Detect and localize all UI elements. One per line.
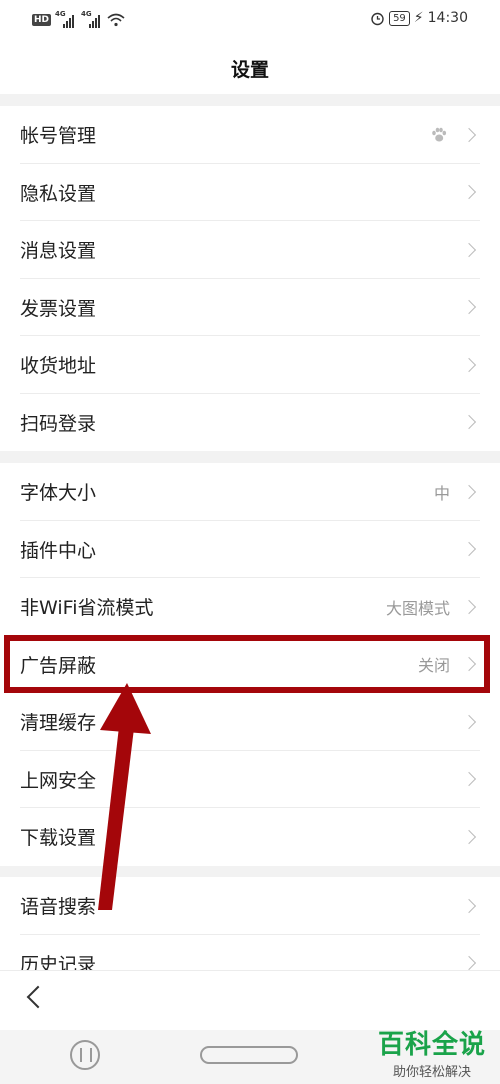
- settings-item-scan-login[interactable]: 扫码登录: [0, 394, 500, 452]
- hd-icon: HD: [32, 14, 52, 26]
- chevron-right-icon: [461, 357, 477, 372]
- clock: 14:30: [427, 10, 468, 26]
- page-title: 设置: [230, 58, 269, 81]
- page-header: 设置: [0, 42, 500, 94]
- item-value: 中: [433, 483, 450, 503]
- chevron-right-icon: [461, 714, 477, 729]
- item-value: 大图模式: [385, 598, 450, 618]
- chevron-right-icon: [461, 772, 477, 787]
- chevron-right-icon: [461, 829, 477, 844]
- item-label: 发票设置: [20, 297, 97, 320]
- item-label: 消息设置: [20, 240, 97, 263]
- settings-item-font-size[interactable]: 字体大小 中: [0, 463, 500, 521]
- settings-item-invoice[interactable]: 发票设置: [0, 279, 500, 336]
- chevron-right-icon: [461, 898, 477, 913]
- charging-icon: ⚡: [413, 10, 424, 26]
- settings-item-clear-cache[interactable]: 清理缓存: [0, 693, 500, 751]
- settings-item-messages[interactable]: 消息设置: [0, 221, 500, 279]
- item-label: 帐号管理: [20, 125, 97, 148]
- settings-group-account: 帐号管理 隐私设置 消息设置 发票设置 收货地址 扫码登录: [0, 106, 500, 451]
- signal-icon: 4G: [81, 10, 103, 28]
- settings-item-download[interactable]: 下载设置: [0, 808, 500, 866]
- bottom-toolbar: [0, 970, 500, 1031]
- chevron-right-icon: [461, 956, 477, 971]
- status-right: 59 ⚡ 14:30: [370, 10, 468, 26]
- chevron-right-icon: [461, 185, 477, 200]
- annotation-highlight-box: [4, 635, 490, 693]
- section-gap: [0, 451, 500, 463]
- section-gap: [0, 94, 500, 106]
- item-label: 清理缓存: [20, 712, 97, 735]
- item-label: 上网安全: [20, 769, 97, 792]
- watermark-title: 百科全说: [377, 1030, 486, 1060]
- status-left: HD 4G 4G: [32, 10, 125, 28]
- settings-item-web-security[interactable]: 上网安全: [0, 751, 500, 808]
- battery-indicator: 59: [389, 10, 410, 26]
- settings-item-plugins[interactable]: 插件中心: [0, 521, 500, 578]
- wifi-icon: [107, 13, 125, 27]
- back-arrow-icon[interactable]: [26, 985, 50, 1009]
- item-label: 下载设置: [20, 827, 97, 850]
- chevron-right-icon: [461, 127, 477, 142]
- alarm-icon: [371, 12, 384, 25]
- watermark-subtitle: 助你轻松解决: [392, 1065, 471, 1080]
- item-label: 隐私设置: [20, 182, 97, 205]
- section-gap: [0, 865, 500, 877]
- item-label: 收货地址: [20, 355, 97, 378]
- chevron-right-icon: [461, 242, 477, 257]
- chevron-right-icon: [461, 484, 477, 499]
- settings-item-privacy[interactable]: 隐私设置: [0, 164, 500, 221]
- settings-item-data-saver[interactable]: 非WiFi省流模式 大图模式: [0, 578, 500, 636]
- item-label: 字体大小: [20, 482, 97, 505]
- signal-icon: 4G: [55, 10, 77, 28]
- item-label: 插件中心: [20, 539, 97, 562]
- baidu-paw-icon: [432, 127, 447, 142]
- watermark-logo: 百科全说 助你轻松解决: [378, 1024, 486, 1080]
- app-switch-icon[interactable]: [70, 1040, 100, 1070]
- chevron-right-icon: [461, 415, 477, 430]
- chevron-right-icon: [461, 542, 477, 557]
- settings-item-account[interactable]: 帐号管理: [0, 106, 500, 164]
- item-label: 非WiFi省流模式: [20, 597, 154, 620]
- settings-item-voice-search[interactable]: 语音搜索: [0, 877, 500, 935]
- home-gesture-bar[interactable]: [200, 1046, 298, 1064]
- status-bar: HD 4G 4G 59 ⚡ 14:30: [0, 0, 500, 42]
- item-label: 扫码登录: [20, 412, 97, 435]
- item-label: 语音搜索: [20, 896, 97, 919]
- chevron-right-icon: [461, 300, 477, 315]
- settings-item-address[interactable]: 收货地址: [0, 336, 500, 394]
- chevron-right-icon: [461, 599, 477, 614]
